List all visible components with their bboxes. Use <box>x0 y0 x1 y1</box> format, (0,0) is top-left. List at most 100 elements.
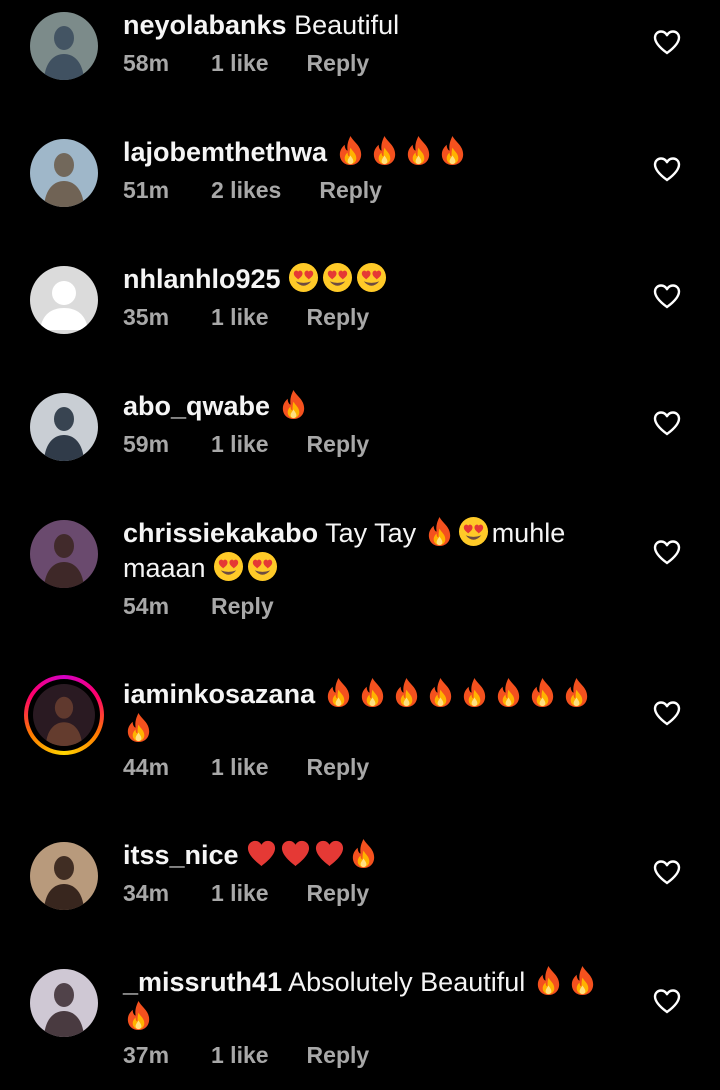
like-heart-icon[interactable] <box>652 409 682 437</box>
like-heart-icon[interactable] <box>652 858 682 886</box>
comment-message <box>270 391 278 421</box>
fire-emoji <box>527 677 558 708</box>
heart-eyes-emoji <box>288 262 319 293</box>
comment-username[interactable]: neyolabanks <box>123 10 287 40</box>
fire-emoji <box>357 677 388 708</box>
heart-eyes-emoji <box>247 551 278 582</box>
comment-body: itss_nice 34m 1 like Reply <box>123 838 623 908</box>
comment-timestamp: 34m <box>123 880 170 906</box>
comment-text: nhlanhlo925 <box>123 262 623 297</box>
comment-like-count[interactable]: 1 like <box>211 48 269 78</box>
comment-message <box>239 840 247 870</box>
comment-body: iaminkosazana 44m 1 like Reply <box>123 677 623 782</box>
comment-username[interactable]: itss_nice <box>123 840 239 870</box>
fire-emoji <box>391 677 422 708</box>
comment-username[interactable]: nhlanhlo925 <box>123 264 281 294</box>
comment-body: _missruth41 Absolutely Beautiful 37m 1 li… <box>123 965 623 1070</box>
reply-button[interactable]: Reply <box>307 1040 370 1070</box>
comment-like-count[interactable]: 1 like <box>211 752 269 782</box>
fire-emoji <box>123 712 154 743</box>
comment-username[interactable]: abo_qwabe <box>123 391 270 421</box>
avatar-image <box>30 12 98 80</box>
fire-emoji <box>459 677 490 708</box>
comment-meta: 37m 1 like Reply <box>123 1040 623 1070</box>
comment-text: _missruth41 Absolutely Beautiful <box>123 965 623 1035</box>
avatar[interactable] <box>30 12 98 80</box>
reply-button[interactable]: Reply <box>307 878 370 908</box>
comment-meta: 34m 1 like Reply <box>123 878 623 908</box>
fire-emoji <box>123 1000 154 1031</box>
comment-text: neyolabanks Beautiful <box>123 8 623 43</box>
avatar-image <box>30 266 98 334</box>
fire-emoji <box>278 389 309 420</box>
reply-button[interactable]: Reply <box>319 175 382 205</box>
comment-username[interactable]: chrissiekakabo <box>123 518 318 548</box>
comment-text: chrissiekakabo Tay Tay muhle maaan <box>123 516 623 586</box>
comment-body: chrissiekakabo Tay Tay muhle maaan 54m Re… <box>123 516 623 621</box>
heart-eyes-emoji <box>213 551 244 582</box>
reply-button[interactable]: Reply <box>211 591 274 621</box>
comment-text: lajobemthethwa <box>123 135 623 170</box>
like-heart-icon[interactable] <box>652 155 682 183</box>
comment-meta: 59m 1 like Reply <box>123 429 623 459</box>
comment-like-count[interactable]: 1 like <box>211 1040 269 1070</box>
comment-timestamp: 44m <box>123 754 170 780</box>
comment-meta: 58m 1 like Reply <box>123 48 623 78</box>
reply-button[interactable]: Reply <box>307 302 370 332</box>
avatar[interactable] <box>30 393 98 461</box>
avatar[interactable] <box>30 520 98 588</box>
comment-username[interactable]: iaminkosazana <box>123 679 315 709</box>
avatar-image <box>30 969 98 1037</box>
fire-emoji <box>561 677 592 708</box>
heart-eyes-emoji <box>356 262 387 293</box>
comment-text: iaminkosazana <box>123 677 623 747</box>
avatar-image <box>30 393 98 461</box>
like-heart-icon[interactable] <box>652 28 682 56</box>
avatar-image <box>30 520 98 588</box>
comment-timestamp: 35m <box>123 304 170 330</box>
comment-like-count[interactable]: 1 like <box>211 302 269 332</box>
red-heart-emoji <box>280 838 311 869</box>
comment-text: abo_qwabe <box>123 389 623 424</box>
fire-emoji <box>335 135 366 166</box>
comment-like-count[interactable]: 1 like <box>211 429 269 459</box>
comment-timestamp: 51m <box>123 177 170 203</box>
comment-message <box>327 137 335 167</box>
reply-button[interactable]: Reply <box>307 429 370 459</box>
fire-emoji <box>424 516 455 547</box>
comment-like-count[interactable]: 1 like <box>211 878 269 908</box>
comment-meta: 51m 2 likes Reply <box>123 175 623 205</box>
comment-username[interactable]: lajobemthethwa <box>123 137 327 167</box>
comment-like-count[interactable]: 2 likes <box>211 175 281 205</box>
like-heart-icon[interactable] <box>652 538 682 566</box>
avatar[interactable] <box>30 139 98 207</box>
comment-message <box>315 679 323 709</box>
avatar[interactable] <box>30 842 98 910</box>
comment-body: lajobemthethwa 51m 2 likes Reply <box>123 135 623 205</box>
like-heart-icon[interactable] <box>652 699 682 727</box>
fire-emoji <box>567 965 598 996</box>
avatar[interactable] <box>30 266 98 334</box>
red-heart-emoji <box>314 838 345 869</box>
heart-eyes-emoji <box>322 262 353 293</box>
comment-timestamp: 58m <box>123 50 170 76</box>
fire-emoji <box>493 677 524 708</box>
avatar[interactable] <box>24 675 104 755</box>
comment-body: nhlanhlo925 35m 1 like Reply <box>123 262 623 332</box>
comment-username[interactable]: _missruth41 <box>123 967 282 997</box>
comment-text: itss_nice <box>123 838 623 873</box>
comment-meta: 44m 1 like Reply <box>123 752 623 782</box>
like-heart-icon[interactable] <box>652 282 682 310</box>
comment-timestamp: 37m <box>123 1042 170 1068</box>
comment-message: Tay Tay <box>318 518 424 548</box>
avatar-image <box>30 842 98 910</box>
reply-button[interactable]: Reply <box>307 752 370 782</box>
comment-message <box>281 264 289 294</box>
reply-button[interactable]: Reply <box>307 48 370 78</box>
comment-message: Beautiful <box>286 10 400 40</box>
fire-emoji <box>369 135 400 166</box>
like-heart-icon[interactable] <box>652 987 682 1015</box>
avatar[interactable] <box>30 969 98 1037</box>
comment-timestamp: 59m <box>123 431 170 457</box>
heart-eyes-emoji <box>458 516 489 547</box>
